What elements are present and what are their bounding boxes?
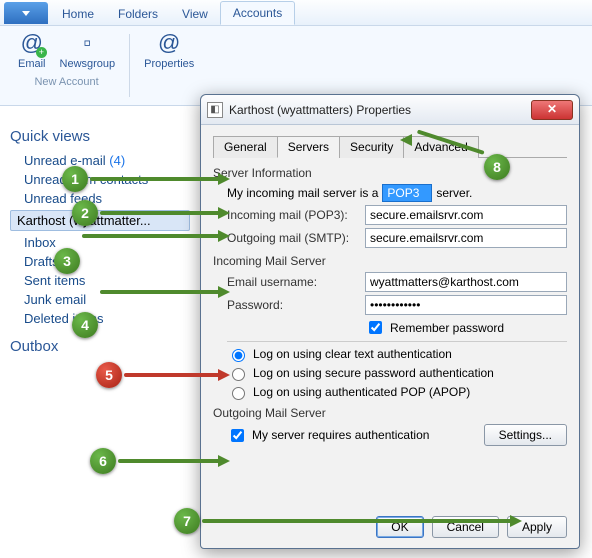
newsgroup-button[interactable]: ▫ Newsgroup: [60, 30, 116, 70]
nav-unread-contacts[interactable]: Unread from contacts: [10, 170, 190, 189]
ribbon-group-new-account: @+ Email ▫ Newsgroup New Account: [10, 30, 123, 101]
outgoing-ms-label: Outgoing Mail Server: [213, 406, 567, 420]
nav-sent[interactable]: Sent items: [10, 271, 190, 290]
email-label: Email: [18, 58, 46, 70]
dtab-servers[interactable]: Servers: [277, 136, 340, 158]
remember-label: Remember password: [390, 321, 504, 335]
apply-button[interactable]: Apply: [507, 516, 567, 538]
newsgroup-label: Newsgroup: [60, 58, 116, 70]
dialog-icon: ◧: [207, 102, 223, 118]
cancel-button[interactable]: Cancel: [432, 516, 499, 538]
dtab-security[interactable]: Security: [339, 136, 404, 158]
at-icon: @+: [21, 30, 43, 56]
dtab-advanced[interactable]: Advanced: [403, 136, 478, 158]
tab-view[interactable]: View: [170, 3, 220, 25]
nav-drafts[interactable]: Drafts: [10, 252, 190, 271]
at-icon: @: [158, 30, 180, 56]
divider: [227, 341, 567, 342]
incoming-server-input[interactable]: [365, 205, 567, 225]
app-menu-button[interactable]: [4, 2, 48, 24]
properties-button[interactable]: @ Properties: [144, 30, 194, 70]
outgoing-label: Outgoing mail (SMTP):: [227, 231, 365, 245]
tab-folders[interactable]: Folders: [106, 3, 170, 25]
auth-apop-label: Log on using authenticated POP (APOP): [253, 385, 470, 399]
username-label: Email username:: [227, 275, 365, 289]
password-input[interactable]: [365, 295, 567, 315]
properties-dialog: ◧ Karthost (wyattmatters) Properties ✕ G…: [200, 94, 580, 549]
ok-button[interactable]: OK: [376, 516, 423, 538]
dtab-general[interactable]: General: [213, 136, 278, 158]
document-icon: ▫: [83, 30, 91, 56]
server-info-label: Server Information: [213, 166, 567, 180]
outgoing-server-input[interactable]: [365, 228, 567, 248]
folder-tree: Quick views Unread e-mail (4) Unread fro…: [0, 106, 200, 558]
unread-count: (4): [109, 153, 125, 168]
nav-outbox[interactable]: Outbox: [10, 338, 190, 355]
auth-clear-label: Log on using clear text authentication: [253, 347, 452, 361]
nav-junk[interactable]: Junk email: [10, 290, 190, 309]
dialog-tabs: General Servers Security Advanced: [213, 135, 567, 158]
incoming-label: Incoming mail (POP3):: [227, 208, 365, 222]
dialog-titlebar[interactable]: ◧ Karthost (wyattmatters) Properties ✕: [201, 95, 579, 125]
server-type-prefix: My incoming mail server is a: [227, 186, 378, 200]
chevron-down-icon: [22, 11, 30, 16]
incoming-ms-label: Incoming Mail Server: [213, 254, 567, 268]
settings-button[interactable]: Settings...: [484, 424, 567, 446]
server-type-value: POP3: [382, 184, 432, 202]
nav-unread-email[interactable]: Unread e-mail (4): [10, 151, 190, 170]
username-input[interactable]: [365, 272, 567, 292]
ribbon-tabs: Home Folders View Accounts: [0, 0, 592, 26]
server-type-suffix: server.: [436, 186, 472, 200]
password-label: Password:: [227, 298, 365, 312]
auth-spa-radio[interactable]: [232, 368, 245, 381]
tab-accounts[interactable]: Accounts: [220, 1, 295, 25]
nav-account[interactable]: Karthost (wyattmatter...: [10, 210, 190, 231]
auth-clear-radio[interactable]: [232, 349, 245, 362]
properties-label: Properties: [144, 58, 194, 70]
req-auth-checkbox[interactable]: [231, 429, 244, 442]
separator: [129, 34, 130, 97]
auth-apop-radio[interactable]: [232, 387, 245, 400]
email-account-button[interactable]: @+ Email: [18, 30, 46, 70]
nav-deleted[interactable]: Deleted items: [10, 309, 190, 328]
remember-password-checkbox[interactable]: [369, 321, 382, 334]
auth-spa-label: Log on using secure password authenticat…: [253, 366, 494, 380]
dialog-title: Karthost (wyattmatters) Properties: [229, 103, 531, 117]
group-label: New Account: [34, 76, 98, 88]
tab-home[interactable]: Home: [50, 3, 106, 25]
server-type-row: My incoming mail server is a POP3 server…: [227, 184, 567, 202]
nav-unread-feeds[interactable]: Unread feeds: [10, 189, 190, 208]
nav-inbox[interactable]: Inbox: [10, 233, 190, 252]
quick-views-header[interactable]: Quick views: [10, 128, 190, 145]
ribbon-group-properties: @ Properties: [136, 30, 202, 101]
plus-icon: +: [36, 47, 47, 58]
req-auth-label: My server requires authentication: [252, 428, 484, 442]
close-button[interactable]: ✕: [531, 100, 573, 120]
